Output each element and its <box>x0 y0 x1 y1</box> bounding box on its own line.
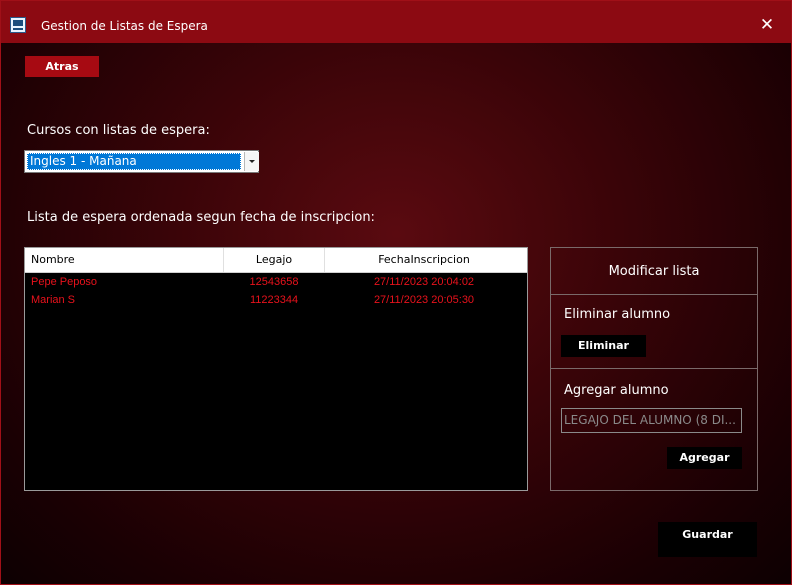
add-student-label: Agregar alumno <box>564 383 669 398</box>
table-row[interactable]: Marian S 11223344 27/11/2023 20:05:30 <box>25 291 527 309</box>
cell-fecha: 27/11/2023 20:04:02 <box>373 276 475 288</box>
column-header-legajo[interactable]: Legajo <box>224 248 325 272</box>
chevron-down-icon[interactable] <box>244 152 259 171</box>
cell-legajo: 12543658 <box>249 276 299 288</box>
modify-list-panel: Modificar lista Eliminar alumno Eliminar… <box>550 247 758 491</box>
cell-nombre: Pepe Peposo <box>31 276 98 288</box>
legajo-input[interactable]: LEGAJO DEL ALUMNO (8 DI... <box>561 408 742 433</box>
back-button[interactable]: Atras <box>25 56 99 77</box>
grid-header: Nombre Legajo FechaInscripcion <box>25 248 527 273</box>
save-button[interactable]: Guardar <box>658 522 757 557</box>
close-icon[interactable]: ✕ <box>757 15 777 35</box>
window-title: Gestion de Listas de Espera <box>41 19 208 33</box>
divider <box>551 294 757 295</box>
course-select[interactable]: Ingles 1 - Mañana <box>24 150 259 173</box>
table-row[interactable]: Pepe Peposo 12543658 27/11/2023 20:04:02 <box>25 273 527 291</box>
course-select-value: Ingles 1 - Mañana <box>27 153 241 170</box>
app-icon <box>10 17 26 33</box>
cell-nombre: Marian S <box>31 294 76 306</box>
remove-button[interactable]: Eliminar <box>561 335 646 357</box>
main-window: Gestion de Listas de Espera ✕ Atras Curs… <box>0 0 792 585</box>
cell-legajo: 11223344 <box>249 294 299 306</box>
courses-label: Cursos con listas de espera: <box>27 123 210 138</box>
cell-fecha: 27/11/2023 20:05:30 <box>373 294 475 306</box>
waitlist-label: Lista de espera ordenada segun fecha de … <box>27 210 375 225</box>
waitlist-grid[interactable]: Nombre Legajo FechaInscripcion Pepe Pepo… <box>24 247 528 491</box>
title-bar[interactable]: Gestion de Listas de Espera ✕ <box>1 1 791 43</box>
divider <box>551 368 757 369</box>
column-header-nombre[interactable]: Nombre <box>25 248 224 272</box>
panel-title: Modificar lista <box>608 264 700 279</box>
column-header-fecha[interactable]: FechaInscripcion <box>324 248 524 272</box>
remove-student-label: Eliminar alumno <box>564 307 671 322</box>
add-button[interactable]: Agregar <box>667 447 742 469</box>
